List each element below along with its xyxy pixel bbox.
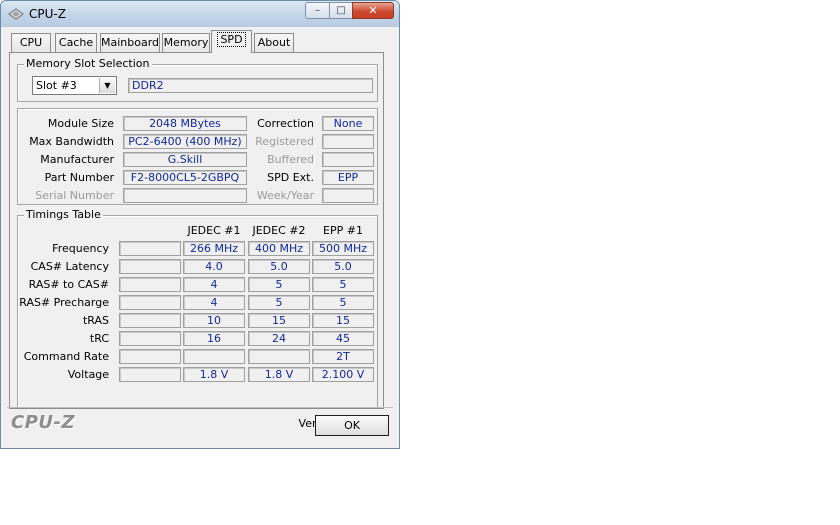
timing-cell: 5: [248, 277, 310, 292]
window-title: CPU-Z: [29, 7, 66, 21]
spd-ext-label: SPD Ext.: [267, 171, 314, 184]
close-button[interactable]: ✕: [352, 2, 394, 19]
timing-blank-cell: [119, 277, 181, 292]
cpuz-logo: CPU-Z: [11, 412, 76, 433]
title-bar[interactable]: CPU-Z – □ ✕: [1, 1, 399, 27]
max-bandwidth-value: PC2-6400 (400 MHz): [123, 134, 247, 149]
correction-value: None: [322, 116, 374, 131]
cpuz-window: CPU-Z – □ ✕ CPU Cache Mainboard Memory S…: [0, 0, 400, 449]
buffered-value: [322, 152, 374, 167]
group-title: Timings Table: [24, 208, 103, 221]
timing-cell: 400 MHz: [248, 241, 310, 256]
timing-row-label: Voltage: [67, 368, 109, 381]
timing-row-label: CAS# Latency: [30, 260, 109, 273]
buffered-label: Buffered: [267, 153, 314, 166]
spd-panel: Memory Slot Selection Slot #3 ▼ DDR2 Mod…: [9, 52, 384, 409]
tab-spd[interactable]: SPD: [211, 30, 252, 53]
timing-cell: 4: [183, 277, 245, 292]
timing-cell: [183, 349, 245, 364]
tab-label: Mainboard: [101, 36, 160, 49]
client-area: CPU Cache Mainboard Memory SPD About Mem…: [7, 27, 393, 443]
timing-row-label: Command Rate: [23, 350, 109, 363]
tab-mainboard[interactable]: Mainboard: [100, 33, 160, 52]
tab-label: Memory: [163, 36, 209, 49]
part-number-label: Part Number: [44, 171, 114, 184]
timing-blank-cell: [119, 259, 181, 274]
timing-blank-cell: [119, 241, 181, 256]
footer-divider: [7, 407, 393, 408]
serial-number-value: [123, 188, 247, 203]
timing-cell: 2T: [312, 349, 374, 364]
timing-cell: 1.8 V: [183, 367, 245, 382]
module-info-group: Module Size 2048 MBytes Max Bandwidth PC…: [17, 108, 378, 205]
timing-cell: 500 MHz: [312, 241, 374, 256]
tab-label: About: [257, 36, 291, 49]
timing-cell: 45: [312, 331, 374, 346]
timing-blank-cell: [119, 331, 181, 346]
column-header: EPP #1: [323, 224, 363, 237]
maximize-button[interactable]: □: [329, 2, 353, 19]
timing-blank-cell: [119, 295, 181, 310]
module-size-label: Module Size: [47, 117, 114, 130]
tab-about[interactable]: About: [254, 33, 294, 52]
timing-blank-cell: [119, 313, 181, 328]
memory-type-field: DDR2: [128, 78, 373, 93]
timing-cell: 1.8 V: [248, 367, 310, 382]
correction-label: Correction: [257, 117, 314, 130]
timing-cell: 24: [248, 331, 310, 346]
week-year-value: [322, 188, 374, 203]
registered-label: Registered: [255, 135, 314, 148]
timing-cell: 5: [312, 277, 374, 292]
tab-label: CPU: [19, 36, 43, 49]
timing-row-label: RAS# Precharge: [19, 296, 109, 309]
ok-button[interactable]: OK: [315, 415, 389, 436]
timing-cell: 10: [183, 313, 245, 328]
timing-cell: 4.0: [183, 259, 245, 274]
spd-ext-value: EPP: [322, 170, 374, 185]
timing-cell: 5: [248, 295, 310, 310]
tab-label: SPD: [217, 32, 246, 47]
timing-cell: [248, 349, 310, 364]
timing-cell: 4: [183, 295, 245, 310]
tab-cpu[interactable]: CPU: [11, 33, 51, 52]
group-title: Memory Slot Selection: [24, 57, 152, 70]
timing-cell: 5.0: [312, 259, 374, 274]
timings-table-group: Timings Table JEDEC #1 JEDEC #2 EPP #1 F…: [17, 208, 378, 408]
column-header: JEDEC #1: [187, 224, 241, 237]
timing-cell: 15: [312, 313, 374, 328]
timing-cell: 2.100 V: [312, 367, 374, 382]
module-size-value: 2048 MBytes: [123, 116, 247, 131]
timing-row-label: RAS# to CAS#: [28, 278, 109, 291]
timing-blank-cell: [119, 367, 181, 382]
slot-select-value: Slot #3: [36, 79, 77, 92]
slot-select[interactable]: Slot #3 ▼: [32, 76, 117, 95]
cpuz-app-icon: [8, 8, 24, 20]
timing-row-label: tRAS: [82, 314, 109, 327]
timing-row-label: Frequency: [52, 242, 109, 255]
timing-cell: 266 MHz: [183, 241, 245, 256]
timing-cell: 16: [183, 331, 245, 346]
registered-value: [322, 134, 374, 149]
timing-row-label: tRC: [89, 332, 109, 345]
manufacturer-value: G.Skill: [123, 152, 247, 167]
minimize-button[interactable]: –: [305, 2, 330, 19]
column-header: JEDEC #2: [252, 224, 306, 237]
week-year-label: Week/Year: [256, 189, 314, 202]
memory-slot-group: Memory Slot Selection Slot #3 ▼ DDR2: [17, 57, 378, 102]
tab-memory[interactable]: Memory: [162, 33, 210, 52]
max-bandwidth-label: Max Bandwidth: [29, 135, 114, 148]
tab-label: Cache: [58, 36, 94, 49]
serial-number-label: Serial Number: [35, 189, 114, 202]
manufacturer-label: Manufacturer: [40, 153, 114, 166]
timing-cell: 5: [312, 295, 374, 310]
timing-blank-cell: [119, 349, 181, 364]
timing-cell: 5.0: [248, 259, 310, 274]
timing-cell: 15: [248, 313, 310, 328]
chevron-down-icon[interactable]: ▼: [99, 78, 115, 93]
tab-cache[interactable]: Cache: [55, 33, 97, 52]
part-number-value: F2-8000CL5-2GBPQ: [123, 170, 247, 185]
